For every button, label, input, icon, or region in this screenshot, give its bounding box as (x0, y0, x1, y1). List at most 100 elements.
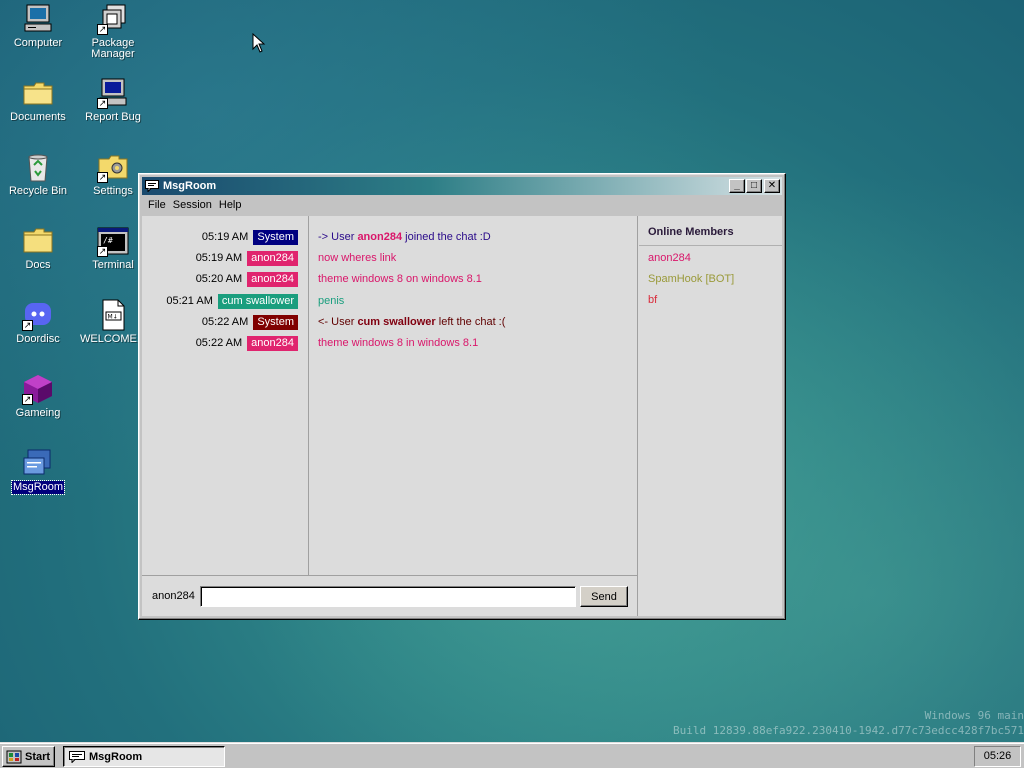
watermark-line-2: Build 12839.88efa922.230410-1942.d77c73e… (673, 724, 1024, 737)
doordisc-icon: ↗ (22, 299, 54, 331)
message-area: 05:19 AM System 05:19 AM anon284 05:20 A… (142, 216, 638, 576)
message-meta: 05:22 AM anon284 (196, 335, 298, 351)
member-item[interactable]: bf (648, 294, 657, 306)
send-button[interactable]: Send (580, 586, 628, 607)
desktop-icon-label: Report Bug (85, 111, 141, 123)
message-time: 05:21 AM (166, 295, 213, 307)
author-badge: System (253, 314, 298, 330)
system-clock[interactable]: 05:26 (974, 746, 1021, 767)
shortcut-arrow-icon: ↗ (22, 320, 33, 331)
message-text: theme windows 8 in windows 8.1 (318, 337, 479, 349)
maximize-button[interactable]: □ (746, 179, 762, 193)
message-time: 05:19 AM (195, 252, 243, 264)
svg-text:M↓: M↓ (108, 314, 118, 321)
desktop-icon-msgroom[interactable]: MsgRoom (1, 447, 75, 495)
gameing-icon: ↗ (22, 373, 54, 405)
message-text: theme windows 8 on windows 8.1 (318, 273, 482, 285)
taskbar-item-msgroom[interactable]: MsgRoom (63, 746, 225, 767)
message-text-part: -> User (318, 231, 358, 243)
desktop-icon-docs[interactable]: Docs (1, 225, 75, 272)
chat-pane: 05:19 AM System 05:19 AM anon284 05:20 A… (142, 216, 638, 616)
close-icon: ✕ (767, 180, 777, 191)
msgroom-window[interactable]: MsgRoom _ □ ✕ File Session Help 05:19 AM… (138, 173, 786, 620)
menu-session[interactable]: Session (171, 199, 217, 211)
message-text-part: joined the chat :D (402, 231, 491, 243)
mouse-cursor-icon (252, 32, 266, 56)
member-item[interactable]: SpamHook [BOT] (648, 273, 734, 285)
taskbar: Start MsgRoom 05:26 (0, 742, 1024, 768)
message-text: -> User anon284 joined the chat :D (318, 229, 491, 245)
window-client-area: 05:19 AM System 05:19 AM anon284 05:20 A… (142, 216, 782, 616)
build-watermark: Windows 96 main Build 12839.88efa922.230… (673, 708, 1024, 738)
message-text-column: -> User anon284 joined the chat :D now w… (318, 216, 636, 576)
window-title: MsgRoom (163, 180, 217, 192)
author-badge: anon284 (247, 335, 298, 351)
message-text-part: <- User (318, 316, 358, 328)
minimize-icon: _ (734, 180, 740, 191)
desktop-icon-label: Computer (13, 37, 63, 49)
online-members-panel: Online Members anon284 SpamHook [BOT] bf (639, 216, 782, 616)
folder-icon (22, 77, 54, 109)
message-meta: 05:20 AM anon284 (196, 271, 298, 287)
desktop-icon-computer[interactable]: Computer (1, 3, 75, 50)
message-meta: 05:19 AM System (202, 229, 298, 245)
desktop-icon-label: Documents (10, 111, 66, 123)
start-logo-icon (6, 750, 22, 764)
message-username: anon284 (357, 231, 403, 243)
taskbar-item-label: MsgRoom (89, 750, 143, 763)
message-meta: 05:19 AM anon284 (196, 250, 298, 266)
message-text: <- User cum swallower left the chat :( (318, 314, 505, 330)
message-input-bar: anon284 Send (142, 576, 638, 616)
menu-help[interactable]: Help (217, 199, 247, 211)
desktop-icon-recycle-bin[interactable]: Recycle Bin (1, 151, 75, 198)
desktop-icon-label: Doordisc (16, 333, 60, 345)
start-label: Start (25, 750, 51, 763)
online-members-title: Online Members (648, 226, 734, 238)
desktop-icon-documents[interactable]: Documents (1, 77, 75, 124)
message-input[interactable] (200, 586, 576, 607)
close-button[interactable]: ✕ (764, 179, 780, 193)
shortcut-arrow-icon: ↗ (22, 394, 33, 405)
shortcut-arrow-icon: ↗ (97, 98, 108, 109)
message-time: 05:22 AM (195, 337, 243, 349)
message-meta: 05:21 AM cum swallower (166, 293, 298, 309)
desktop-icon-label: WELCOME... (79, 333, 146, 345)
divider (639, 245, 782, 246)
desktop-icon-package-manager[interactable]: ↗ Package Manager (76, 3, 150, 61)
author-badge: System (253, 229, 298, 245)
svg-text:/#: /# (103, 236, 113, 245)
start-button[interactable]: Start (2, 746, 55, 767)
menu-file[interactable]: File (146, 199, 171, 211)
shortcut-arrow-icon: ↗ (97, 246, 108, 257)
recycle-bin-icon (22, 151, 54, 183)
chat-bubble-icon (145, 180, 159, 193)
current-username: anon284 (152, 590, 195, 602)
desktop-icon-report-bug[interactable]: ↗ Report Bug (76, 77, 150, 124)
window-titlebar[interactable]: MsgRoom _ □ ✕ (142, 177, 782, 195)
author-badge: anon284 (247, 271, 298, 287)
message-time: 05:19 AM (201, 231, 249, 243)
menu-bar: File Session Help (142, 195, 782, 215)
message-meta-column: 05:19 AM System 05:19 AM anon284 05:20 A… (142, 216, 309, 576)
chat-bubble-icon (69, 750, 85, 764)
desktop-icon-gameing[interactable]: ↗ Gameing (1, 373, 75, 420)
desktop-icon-label: Settings (93, 185, 133, 197)
message-text: penis (318, 295, 345, 307)
msgroom-icon (22, 447, 54, 479)
message-meta: 05:22 AM System (202, 314, 298, 330)
message-username: cum swallower (357, 316, 436, 328)
author-badge: anon284 (247, 250, 298, 266)
author-badge: cum swallower (217, 293, 298, 309)
maximize-icon: □ (750, 180, 758, 191)
desktop-icon-label: Docs (25, 259, 51, 271)
desktop-icon-label: MsgRoom (10, 480, 66, 495)
terminal-icon: /# ↗ (97, 225, 129, 257)
desktop-icon-label: Recycle Bin (8, 185, 68, 197)
shortcut-arrow-icon: ↗ (97, 24, 108, 35)
report-bug-icon: ↗ (97, 77, 129, 109)
member-item[interactable]: anon284 (648, 252, 691, 264)
desktop-icon-label: Package Manager (91, 37, 135, 60)
message-time: 05:20 AM (195, 273, 243, 285)
desktop-icon-doordisc[interactable]: ↗ Doordisc (1, 299, 75, 346)
minimize-button[interactable]: _ (729, 179, 745, 193)
